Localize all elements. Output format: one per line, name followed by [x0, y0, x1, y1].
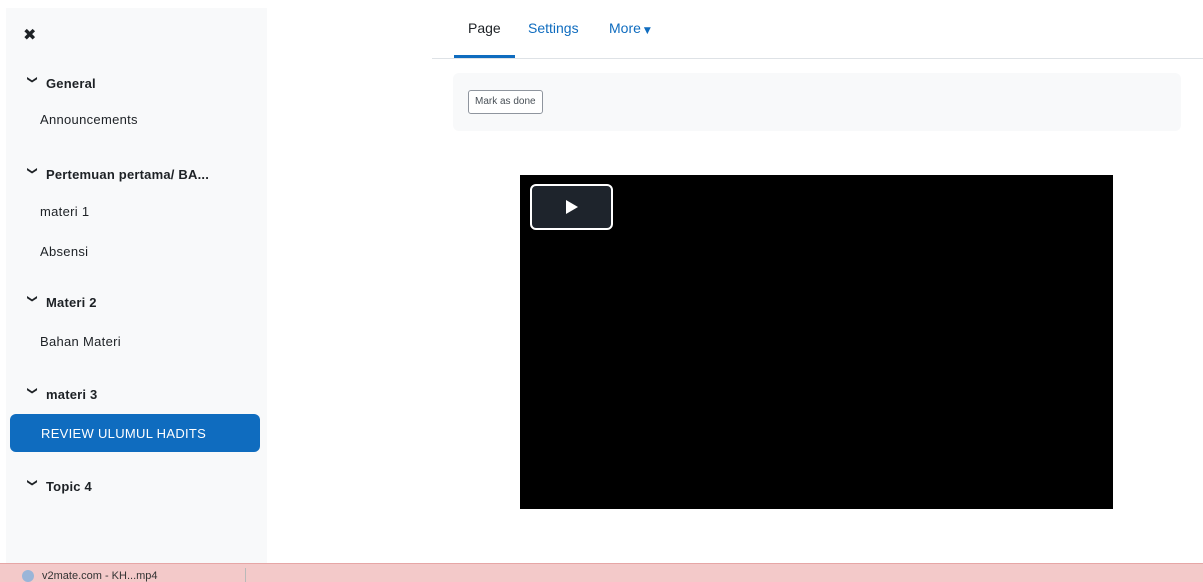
section-general[interactable]: ❯ General	[24, 71, 96, 95]
chevron-down-icon: ❯	[26, 75, 38, 84]
course-item-bahan-materi[interactable]: Bahan Materi	[40, 329, 121, 353]
play-icon	[566, 200, 578, 214]
chevron-down-icon: ❯	[26, 386, 38, 395]
course-item-materi-1[interactable]: materi 1	[40, 199, 89, 223]
chevron-down-icon: ❯	[26, 478, 38, 487]
video-player[interactable]	[520, 175, 1113, 509]
tab-settings[interactable]: Settings	[528, 20, 579, 42]
section-materi-2[interactable]: ❯ Materi 2	[24, 290, 97, 314]
activity-information: Mark as done	[453, 73, 1181, 131]
download-bar: v2mate.com - KH...mp4	[0, 563, 1203, 582]
chevron-down-icon: ❯	[26, 294, 38, 303]
course-item-announcements[interactable]: Announcements	[40, 107, 138, 131]
play-button[interactable]	[530, 184, 613, 230]
secondary-navigation: Page Settings More ▼	[432, 0, 1203, 59]
divider	[245, 568, 246, 582]
course-index-drawer: ✖ ❯ General Announcements ❯ Pertemuan pe…	[6, 8, 267, 564]
chevron-down-icon: ❯	[26, 166, 38, 175]
file-icon	[22, 570, 34, 582]
course-item-review-ulumul-hadits[interactable]: REVIEW ULUMUL HADITS	[10, 414, 260, 452]
tab-more[interactable]: More ▼	[609, 20, 651, 42]
section-title: Materi 2	[46, 294, 97, 310]
active-tab-indicator	[454, 55, 515, 58]
tab-more-label: More	[609, 20, 641, 36]
page: ✖ ❯ General Announcements ❯ Pertemuan pe…	[0, 0, 1203, 582]
mark-as-done-button[interactable]: Mark as done	[468, 90, 543, 114]
chevron-down-icon: ▼	[643, 26, 651, 36]
section-title: General	[46, 75, 96, 91]
section-title: Topic 4	[46, 478, 92, 494]
section-topic-4[interactable]: ❯ Topic 4	[24, 474, 92, 498]
section-materi-3[interactable]: ❯ materi 3	[24, 382, 98, 406]
tab-page[interactable]: Page	[468, 20, 501, 42]
download-item[interactable]: v2mate.com - KH...mp4	[22, 570, 222, 582]
course-item-absensi[interactable]: Absensi	[40, 239, 88, 263]
section-pertemuan-pertama[interactable]: ❯ Pertemuan pertama/ BA...	[24, 162, 209, 186]
close-drawer-icon[interactable]: ✖	[23, 25, 43, 45]
section-title: materi 3	[46, 386, 98, 402]
section-title: Pertemuan pertama/ BA...	[46, 166, 210, 182]
download-file-name: v2mate.com - KH...mp4	[42, 570, 158, 582]
